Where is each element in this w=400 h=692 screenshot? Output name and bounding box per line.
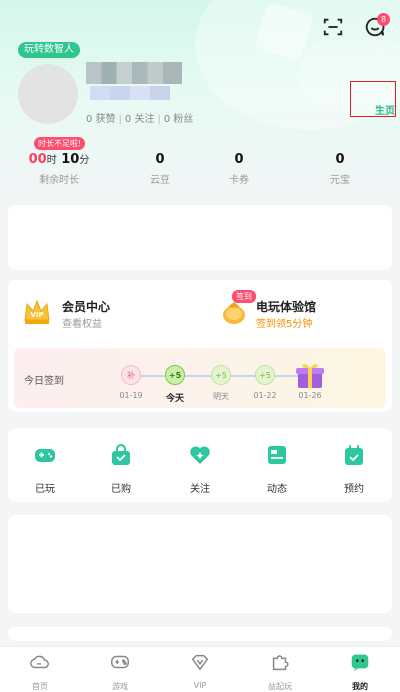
chevron-right-icon: › (375, 102, 380, 113)
checkin-date-0126: 01-26 (298, 391, 322, 400)
tab-vip[interactable]: VIP (175, 651, 225, 690)
checkin-day-tomorrow[interactable]: +5 (211, 365, 231, 385)
scan-icon[interactable] (322, 16, 344, 38)
user-id-blurred (90, 86, 170, 100)
vip-crown-icon: VIP (24, 299, 50, 324)
yundou-stat[interactable]: 0 云豆 (140, 152, 180, 186)
svg-text:VIP: VIP (30, 311, 43, 319)
checkin-date-tomorrow: 明天 (213, 392, 229, 401)
puzzle-icon (272, 655, 289, 671)
homepage-link[interactable]: 主页 › (350, 81, 396, 117)
sign-in-tag: 签到 (232, 290, 256, 303)
member-center-title[interactable]: 会员中心 (62, 298, 110, 315)
game-hall-subtitle[interactable]: 签到领5分钟 (256, 315, 312, 330)
kaquan-stat[interactable]: 0 卡券 (219, 152, 259, 186)
tool-feed[interactable]: 动态 (252, 443, 302, 495)
empty-card (8, 627, 392, 641)
tab-home[interactable]: 首页 (15, 651, 65, 692)
likes-count[interactable]: 0 获赞 (86, 114, 116, 125)
tab-games[interactable]: 游戏 (95, 651, 145, 692)
checkin-date-today: 今天 (165, 394, 184, 404)
gamepad-icon (35, 449, 55, 462)
tab-mine[interactable]: 我的 (335, 651, 385, 692)
checkin-day-today[interactable]: +5 (165, 365, 185, 385)
tool-follow[interactable]: 关注 (175, 443, 225, 495)
game-hall-title[interactable]: 电玩体验馆 (256, 298, 316, 315)
avatar[interactable] (18, 64, 78, 124)
member-center-subtitle[interactable]: 查看权益 (62, 315, 102, 330)
calendar-check-icon (345, 445, 363, 465)
cloud-icon (30, 655, 49, 669)
checkin-day-makeup[interactable]: 补 (121, 365, 141, 385)
empty-card (8, 515, 392, 613)
checkin-date-0122: 01-22 (253, 391, 277, 400)
profile-chat-icon (351, 654, 369, 672)
remaining-time-label: 剩余时长 (39, 175, 79, 186)
tool-played[interactable]: 已玩 (20, 443, 70, 495)
heart-icon (190, 446, 210, 464)
fans-count[interactable]: 0 粉丝 (164, 114, 194, 125)
message-badge: 8 (377, 13, 390, 26)
checkin-day-0122[interactable]: +5 (255, 365, 275, 385)
gamepad-icon (111, 655, 129, 669)
bottom-tab-bar: 首页 游戏 VIP 益起玩 我的 (0, 646, 400, 692)
tab-yiqiwan[interactable]: 益起玩 (255, 651, 305, 692)
remaining-time-stat[interactable]: 00时 10分 剩余时长 (28, 152, 90, 186)
feed-icon (268, 446, 286, 464)
gift-box-icon[interactable] (294, 360, 326, 390)
checkin-label: 今日签到 (24, 376, 64, 387)
yuanbao-stat[interactable]: 0 元宝 (320, 152, 360, 186)
username-blurred (86, 62, 182, 84)
tool-purchased[interactable]: 已购 (96, 443, 146, 495)
checkin-panel (14, 348, 386, 408)
shopping-bag-icon (112, 444, 130, 465)
social-counts: 0 获赞 | 0 关注 | 0 粉丝 (86, 114, 194, 125)
user-tag[interactable]: 玩转数智人 (18, 42, 80, 58)
vip-diamond-icon (191, 654, 209, 671)
time-warning-badge: 时长不足啦! (34, 137, 86, 150)
empty-card (8, 205, 392, 270)
tool-reservation[interactable]: 预约 (329, 443, 379, 495)
checkin-date-0119: 01-19 (119, 391, 143, 400)
following-count[interactable]: 0 关注 (125, 114, 155, 125)
